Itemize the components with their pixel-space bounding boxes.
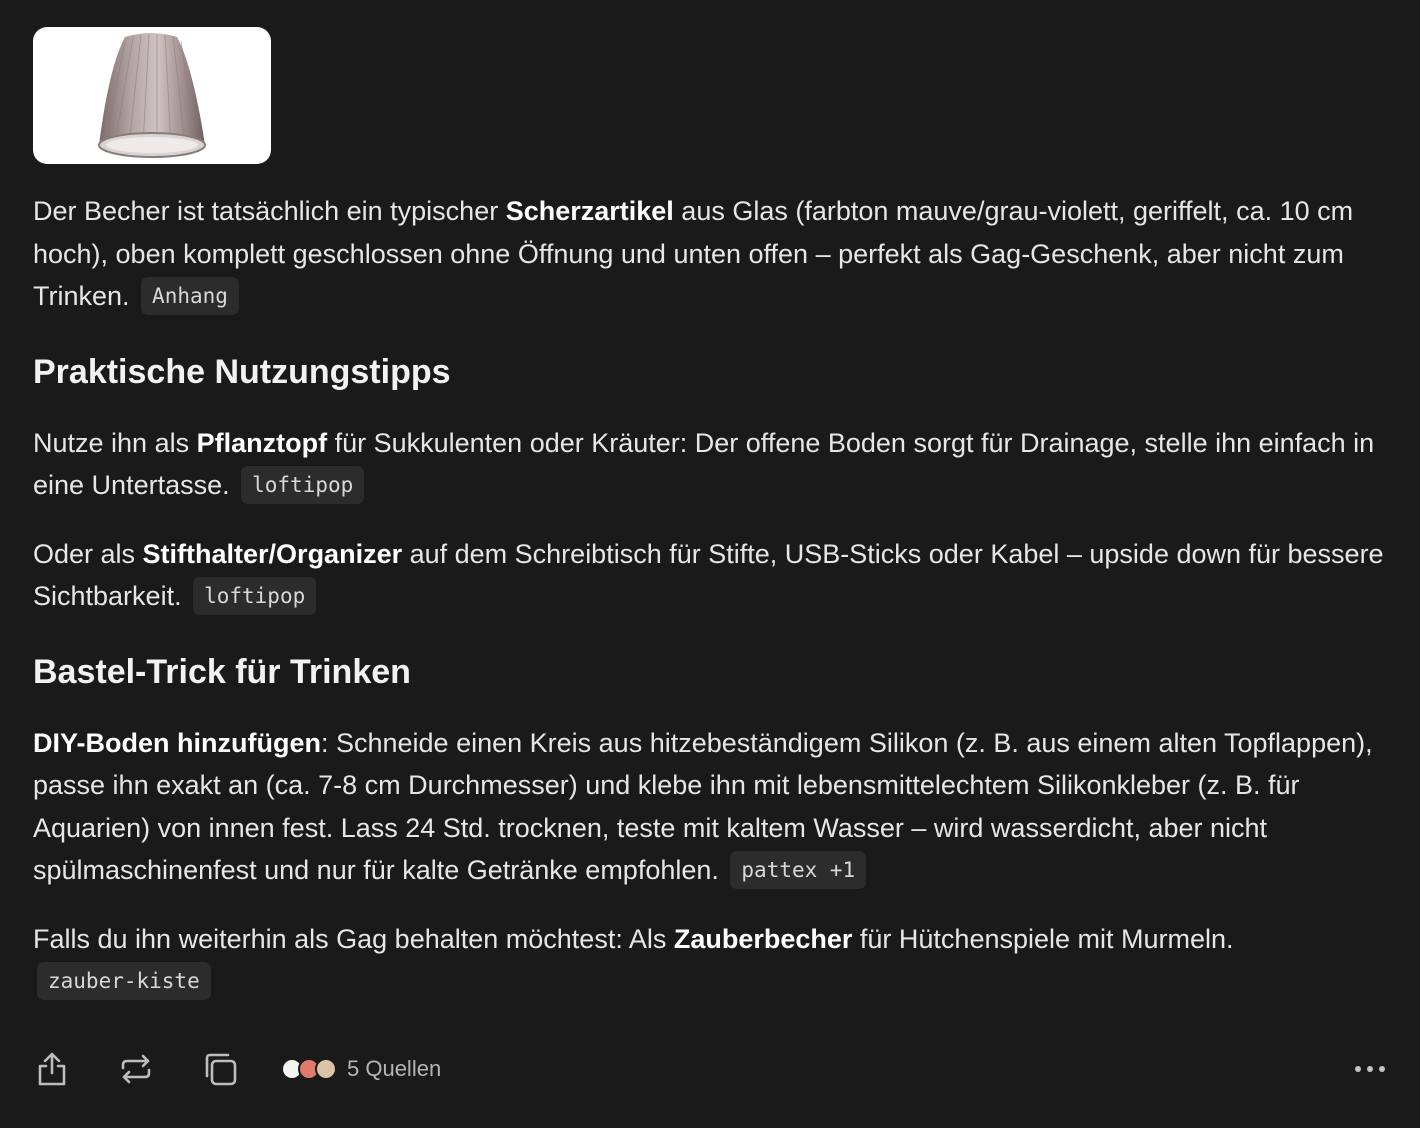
text-span: für Hütchenspiele mit Murmeln. [852, 923, 1234, 954]
attachment-thumbnail[interactable] [33, 27, 271, 164]
bold-term: DIY-Boden hinzufügen [33, 727, 321, 758]
citation-chip[interactable]: pattex +1 [730, 851, 867, 889]
text-span: Der Becher ist tatsächlich ein typischer [33, 196, 506, 226]
text-span: Falls du ihn weiterhin als Gag behalten … [33, 923, 674, 954]
citation-chip[interactable]: loftipop [193, 577, 317, 615]
glass-cup-image [98, 33, 206, 158]
share-icon[interactable] [33, 1050, 71, 1088]
message-actions: 5 Quellen [33, 1046, 1393, 1092]
regenerate-icon[interactable] [117, 1050, 155, 1088]
paragraph-diy: DIY-Boden hinzufügen: Schneide einen Kre… [33, 722, 1393, 892]
bold-term: Scherzartikel [505, 196, 674, 226]
bold-term: Pflanztopf [196, 427, 328, 458]
paragraph-intro: Der Becher ist tatsächlich ein typischer… [33, 190, 1393, 318]
paragraph-tip-plant: Nutze ihn als Pflanztopf für Sukkulenten… [33, 422, 1393, 507]
sources-button[interactable]: 5 Quellen [281, 1054, 441, 1084]
chat-message: Der Becher ist tatsächlich ein typischer… [0, 0, 1420, 1128]
citation-chip[interactable]: loftipop [241, 466, 365, 504]
bold-term: Zauberbecher [673, 923, 853, 954]
paragraph-tip-organizer: Oder als Stifthalter/Organizer auf dem S… [33, 533, 1393, 618]
copy-icon[interactable] [201, 1050, 239, 1088]
citation-chip[interactable]: zauber-kiste [37, 962, 211, 1000]
source-avatars [281, 1056, 343, 1082]
paragraph-gag: Falls du ihn weiterhin als Gag behalten … [33, 918, 1393, 1003]
sources-label: 5 Quellen [347, 1056, 442, 1081]
more-icon[interactable] [1353, 1056, 1387, 1082]
text-span: Oder als [33, 538, 143, 569]
source-favicon [315, 1058, 337, 1080]
section-heading: Praktische Nutzungstipps [33, 352, 451, 391]
message-body: Der Becher ist tatsächlich ein typischer… [33, 190, 1393, 1003]
text-span: Nutze ihn als [33, 427, 197, 458]
citation-chip[interactable]: Anhang [141, 277, 239, 315]
bold-term: Stifthalter/Organizer [142, 538, 403, 569]
section-heading: Bastel-Trick für Trinken [33, 652, 411, 691]
